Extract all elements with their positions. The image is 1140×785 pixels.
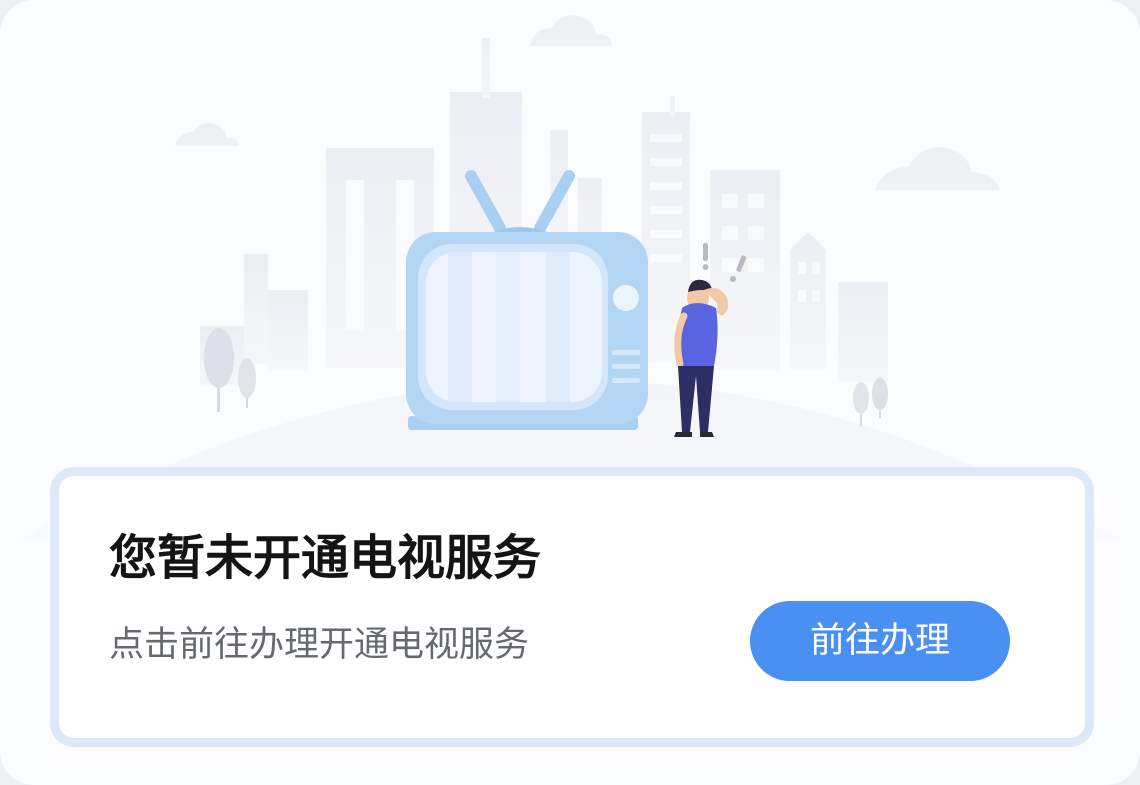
hint-text: 点击前往办理开通电视服务 xyxy=(109,625,530,665)
tv-icon xyxy=(406,170,648,430)
go-apply-button[interactable]: 前往办理 xyxy=(750,601,1010,681)
service-info-card: 您暂未开通电视服务 点击前往办理开通电视服务 前往办理 xyxy=(50,467,1094,747)
tv-service-screen: 您暂未开通电视服务 点击前往办理开通电视服务 前往办理 xyxy=(0,0,1140,785)
empty-state-panel: 您暂未开通电视服务 点击前往办理开通电视服务 前往办理 xyxy=(0,0,1140,785)
cloud-icon xyxy=(175,15,999,190)
page-title: 您暂未开通电视服务 xyxy=(109,530,542,586)
